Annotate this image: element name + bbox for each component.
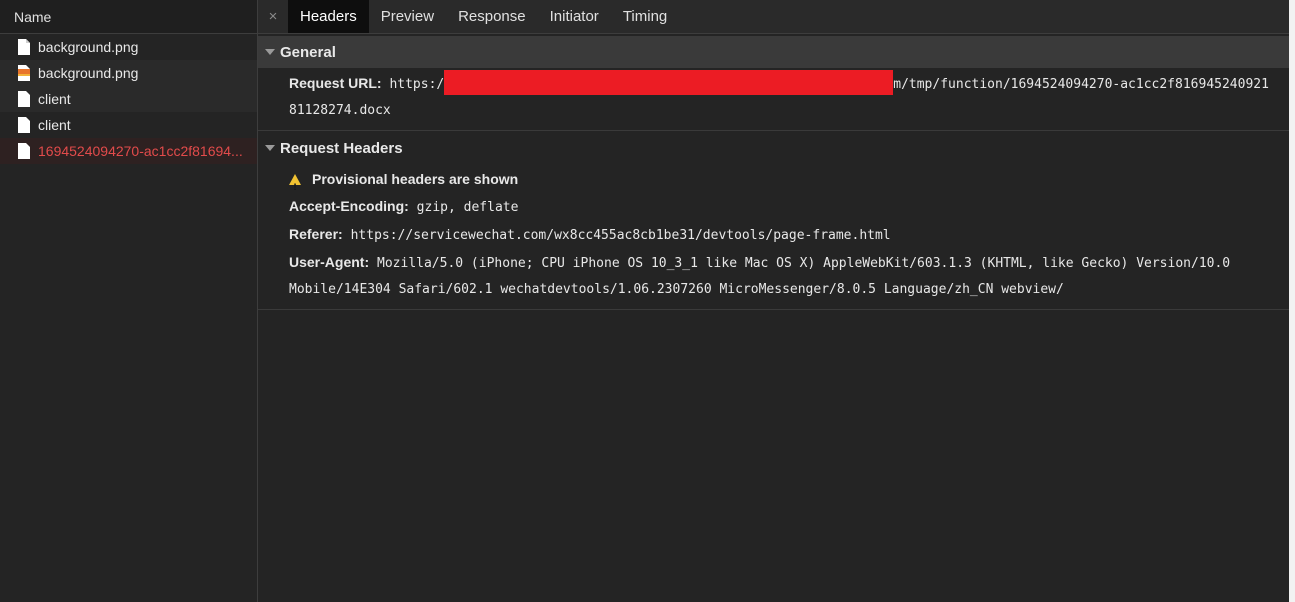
user-agent-continued: Mobile/14E304 Safari/602.1 wechatdevtool… — [289, 282, 1064, 297]
file-icon — [18, 39, 30, 55]
tab-initiator[interactable]: Initiator — [538, 0, 611, 33]
request-row[interactable]: client — [0, 112, 257, 138]
header-value: Mozilla/5.0 (iPhone; CPU iPhone OS 10_3_… — [377, 256, 1231, 271]
warning-icon — [289, 174, 301, 202]
request-row-selected-error[interactable]: 1694524094270-ac1cc2f81694... — [0, 138, 257, 164]
request-name: client — [38, 91, 71, 107]
tab-timing[interactable]: Timing — [611, 0, 679, 33]
close-icon[interactable]: × — [258, 0, 288, 33]
request-headers-section-header[interactable]: Request Headers — [258, 132, 1289, 164]
general-section-header[interactable]: General — [258, 36, 1289, 68]
tab-preview[interactable]: Preview — [369, 0, 446, 33]
window-edge — [1289, 0, 1295, 602]
tab-response[interactable]: Response — [446, 0, 538, 33]
header-key: Referer: — [289, 226, 343, 242]
detail-tabbar: × Headers Preview Response Initiator Tim… — [258, 0, 1289, 34]
request-detail-panel: × Headers Preview Response Initiator Tim… — [258, 0, 1289, 602]
request-row[interactable]: background.png — [0, 34, 257, 60]
header-referer: Referer: https://servicewechat.com/wx8cc… — [258, 221, 1289, 249]
section-divider — [258, 309, 1289, 310]
redaction-bar — [444, 70, 894, 96]
file-icon — [18, 91, 30, 107]
request-url-label: Request URL: — [289, 75, 382, 91]
request-row[interactable]: background.png — [0, 60, 257, 86]
request-row[interactable]: client — [0, 86, 257, 112]
header-accept-encoding: Accept-Encoding: gzip, deflate — [258, 193, 1289, 221]
file-icon — [18, 117, 30, 133]
header-user-agent: User-Agent: Mozilla/5.0 (iPhone; CPU iPh… — [258, 249, 1289, 277]
triangle-down-icon — [265, 49, 275, 55]
request-list-panel: Name background.png background.png clien… — [0, 0, 258, 602]
name-column-header[interactable]: Name — [0, 0, 257, 34]
request-list: background.png background.png client cli… — [0, 34, 257, 164]
general-section-title: General — [280, 43, 336, 61]
request-url-row: Request URL: https:/ m/tmp/function/16945… — [258, 70, 1289, 98]
request-url-continued: 81128274.docx — [289, 103, 391, 118]
name-column-label: Name — [14, 8, 52, 25]
image-file-icon — [18, 65, 30, 81]
warning-text: Provisional headers are shown — [312, 171, 519, 187]
devtools-network-panel: Name background.png background.png clien… — [0, 0, 1295, 602]
header-key: User-Agent: — [289, 254, 370, 270]
tab-headers[interactable]: Headers — [288, 0, 369, 33]
header-value: https://servicewechat.com/wx8cc455ac8cb1… — [350, 228, 891, 243]
request-name: background.png — [38, 39, 139, 55]
request-url-prefix: https:/ — [389, 77, 445, 92]
header-value: gzip, deflate — [416, 200, 519, 215]
provisional-warning: Provisional headers are shown — [258, 166, 1289, 202]
file-icon — [18, 143, 30, 159]
request-headers-section-title: Request Headers — [280, 139, 403, 157]
request-name: 1694524094270-ac1cc2f81694... — [38, 143, 243, 159]
request-name: client — [38, 117, 71, 133]
triangle-down-icon — [265, 145, 275, 151]
section-divider — [258, 130, 1289, 131]
request-url-suffix: m/tmp/function/1694524094270-ac1cc2f8169… — [893, 77, 1269, 92]
header-key: Accept-Encoding: — [289, 198, 409, 214]
request-name: background.png — [38, 65, 139, 81]
